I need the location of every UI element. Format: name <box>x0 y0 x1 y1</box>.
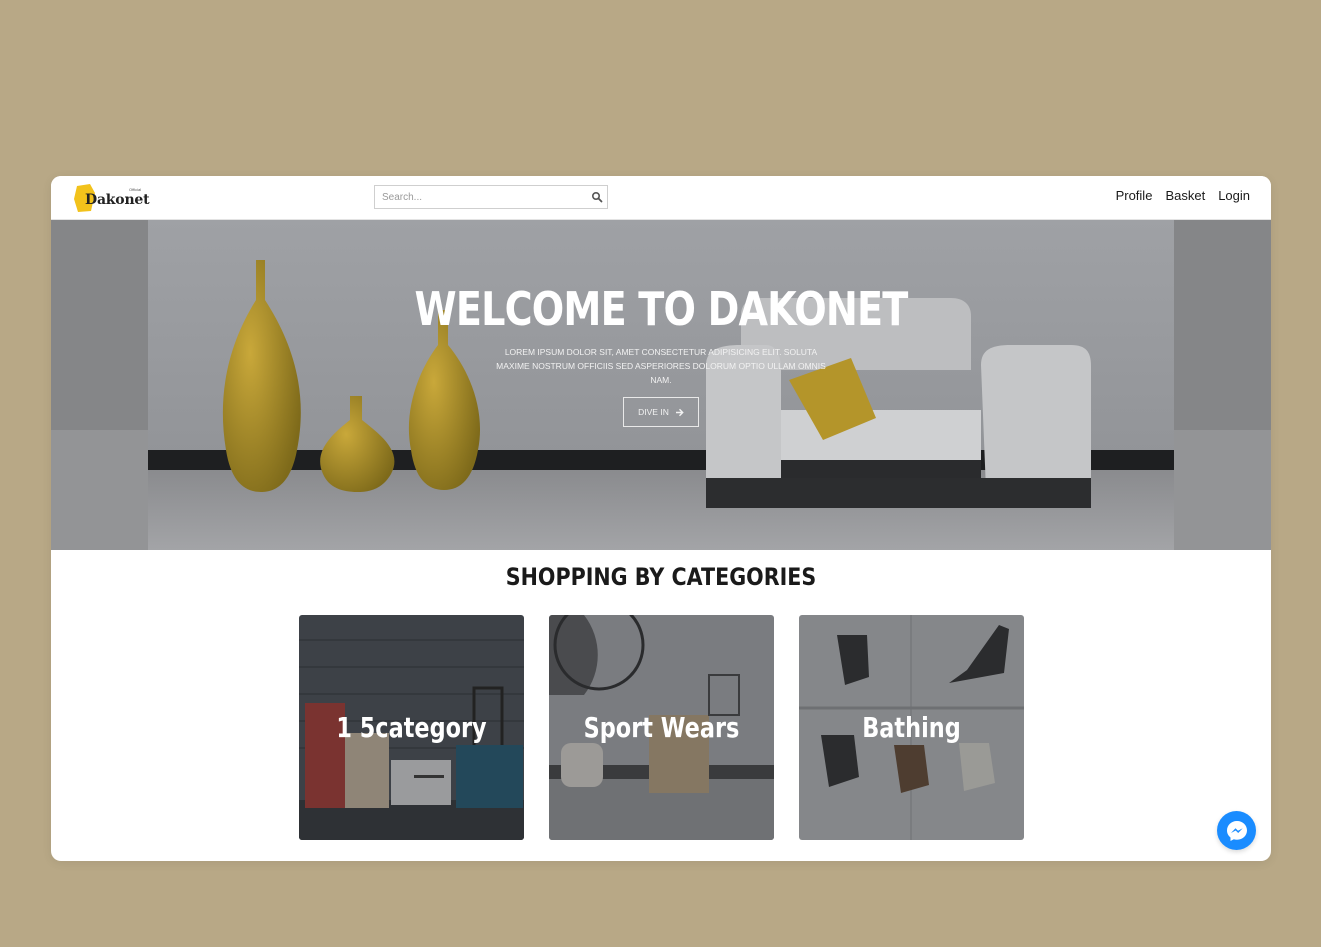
category-label: Sport Wears <box>583 711 740 744</box>
nav-login-link[interactable]: Login <box>1218 188 1250 203</box>
category-card[interactable]: Bathing <box>799 615 1024 840</box>
category-card[interactable]: 1 5category <box>299 615 524 840</box>
search-icon[interactable] <box>591 191 603 203</box>
search-input[interactable] <box>375 186 585 208</box>
nav-links: Profile Basket Login <box>1116 188 1250 203</box>
brand-tagline: Official <box>129 187 142 192</box>
nav-profile-link[interactable]: Profile <box>1116 188 1153 203</box>
category-label: 1 5category <box>336 711 487 744</box>
hero-banner: WELCOME TO DAKONET Lorem ipsum dolor sit… <box>51 220 1271 550</box>
brand-name: Dakonet <box>85 192 150 208</box>
navbar: Dakonet Official Profile Basket Login <box>51 176 1271 220</box>
hero-title: WELCOME TO DAKONET <box>414 282 909 336</box>
messenger-chat-button[interactable] <box>1217 811 1256 850</box>
dive-in-button-label: DIVE IN <box>638 407 669 417</box>
browser-page: Dakonet Official Profile Basket Login <box>51 176 1271 861</box>
search-box <box>374 185 608 209</box>
nav-basket-link[interactable]: Basket <box>1165 188 1205 203</box>
messenger-icon <box>1226 820 1247 841</box>
category-card[interactable]: Sport Wears <box>549 615 774 840</box>
brand-logo[interactable]: Dakonet Official <box>71 181 151 215</box>
arrow-right-icon <box>675 408 684 416</box>
categories-title: SHOPPING BY CATEGORIES <box>505 563 817 591</box>
category-label: Bathing <box>862 711 961 744</box>
hero-subtitle: Lorem ipsum dolor sit, amet consectetur … <box>496 347 826 385</box>
dive-in-button[interactable]: DIVE IN <box>623 397 699 427</box>
